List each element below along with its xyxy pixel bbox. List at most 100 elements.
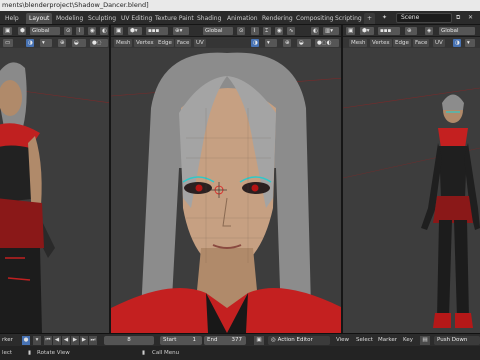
tab-compositing[interactable]: Compositing — [293, 13, 337, 24]
falloff-icon[interactable]: ∿ — [287, 27, 295, 35]
tab-animation[interactable]: Animation — [224, 13, 261, 24]
transform-icon[interactable]: ⊕▾ — [173, 27, 189, 35]
edit-mode-icon[interactable]: ⬢▾ — [128, 27, 142, 35]
start-value: 1 — [192, 337, 197, 343]
object-mode-icon[interactable]: ⬢ — [18, 27, 26, 35]
snap-icon[interactable]: ⌇ — [76, 27, 84, 35]
pivot-icon[interactable]: ◈ — [425, 27, 433, 35]
gizmo-icon[interactable]: ⊕ — [283, 39, 291, 47]
timeline-marker-menu[interactable]: Marker — [378, 336, 397, 345]
mesh-menu[interactable]: Mesh — [349, 39, 368, 47]
overlay-icon[interactable]: ◐ — [100, 27, 108, 35]
orientation-dropdown[interactable]: Global — [30, 27, 60, 35]
edge-menu[interactable]: Edge — [156, 39, 174, 47]
mouse-middle-icon: ▮ — [28, 350, 32, 356]
face-menu[interactable]: Face — [175, 39, 192, 47]
tab-sculpting[interactable]: Sculpting — [85, 13, 119, 24]
xray-icon[interactable]: ◑ — [26, 39, 34, 47]
gizmo-icon[interactable]: ⊕ — [58, 39, 66, 47]
tab-scripting[interactable]: Scripting — [332, 13, 365, 24]
select-mode-icons[interactable]: ▪▪▪ — [378, 27, 400, 35]
viewport-right-header: ▣ ⬢▾ ▪▪▪ ⊕ ◈ Global — [343, 25, 480, 37]
record-icon[interactable]: ● — [22, 336, 30, 345]
tab-modeling[interactable]: Modeling — [53, 13, 86, 24]
status-rotate-view: Rotate View — [37, 350, 70, 356]
push-down-button[interactable]: Push Down — [434, 336, 480, 345]
current-frame-field[interactable]: 8 — [104, 336, 154, 345]
select-box-icon[interactable]: ▭ — [3, 39, 13, 47]
close-scene-icon[interactable]: ✕ — [468, 14, 476, 22]
vertex-menu[interactable]: Vertex — [134, 39, 156, 47]
edge-menu[interactable]: Edge — [393, 39, 411, 47]
viewport-left-subheader: ▭ ◑ ▾ ⊕ ◒ ●◌ — [0, 37, 109, 48]
action-editor-dropdown[interactable]: ◎ Action Editor — [268, 336, 330, 345]
pivot-icon[interactable]: ⊙ — [64, 27, 72, 35]
shading-icon[interactable]: ◒ — [297, 39, 311, 47]
marker-menu[interactable]: rker — [2, 336, 13, 345]
editor-type-icon[interactable]: ▣ — [346, 27, 356, 35]
view-icon[interactable]: ▾ — [465, 39, 475, 47]
viewport-center[interactable]: ▣ ⬢▾ ▪▪▪ ⊕▾ Global ⊙ ⌇ ⌶ ◉ ∿ ◐ ▥▾ Mesh V… — [111, 25, 343, 333]
help-menu[interactable]: Help — [2, 13, 22, 24]
viewport-shading-icon[interactable]: ●◌◐ — [315, 39, 339, 47]
next-key-icon[interactable]: ▶ — [80, 336, 88, 345]
start-frame-field[interactable]: Start 1 — [160, 336, 202, 345]
mouse-right-icon: ▮ — [142, 350, 146, 356]
editor-type-icon[interactable]: ▣ — [3, 27, 13, 35]
viewport-right-subheader: Mesh Vertex Edge Face UV ◑ ▾ — [343, 37, 480, 48]
proportional-icon[interactable]: ◉ — [275, 27, 283, 35]
xray-icon[interactable]: ◑ — [251, 39, 259, 47]
tab-uv-editing[interactable]: UV Editing — [118, 13, 155, 24]
vertex-menu[interactable]: Vertex — [370, 39, 392, 47]
orientation-dropdown[interactable]: Global — [439, 27, 475, 35]
character-side-view — [343, 87, 480, 328]
jump-start-icon[interactable]: ⏮ — [44, 336, 52, 345]
timeline-select-menu[interactable]: Select — [356, 336, 373, 345]
xray-icon[interactable]: ◑ — [453, 39, 461, 47]
snap-target-icon[interactable]: ⌶ — [263, 27, 271, 35]
viewport-center-subheader: Mesh Vertex Edge Face UV ◑ ▾ ⊕ ◒ ●◌◐ — [111, 37, 341, 48]
timeline-key-menu[interactable]: Key — [403, 336, 413, 345]
face-closeup-view — [111, 52, 341, 333]
view-icon[interactable]: ▾ — [40, 39, 52, 47]
proportional-icon[interactable]: ◉ — [88, 27, 96, 35]
uv-menu[interactable]: UV — [433, 39, 445, 47]
scene-icon: ✦ — [382, 14, 388, 21]
editor-type-icon[interactable]: ▣ — [114, 27, 124, 35]
tab-layout[interactable]: Layout — [26, 13, 53, 24]
snap-icon[interactable]: ⌇ — [251, 27, 259, 35]
edit-mode-icon[interactable]: ⬢▾ — [360, 27, 374, 35]
select-mode-icons[interactable]: ▪▪▪ — [146, 27, 168, 35]
uv-menu[interactable]: UV — [194, 39, 206, 47]
orientation-dropdown[interactable]: Global — [203, 27, 233, 35]
browse-scene-icon[interactable]: ⧉ — [456, 14, 464, 22]
workspace-tab-bar: Help Layout Modeling Sculpting UV Editin… — [0, 11, 480, 25]
viewport-shading-icon[interactable]: ●◌ — [90, 39, 108, 47]
editor-type-icon[interactable]: ▣ — [254, 336, 264, 345]
tab-rendering[interactable]: Rendering — [259, 13, 296, 24]
jump-end-icon[interactable]: ⏭ — [89, 336, 97, 345]
scene-selector[interactable]: Scene — [396, 13, 452, 23]
action-icon[interactable]: ▤ — [420, 336, 430, 345]
play-reverse-icon[interactable]: ◀ — [62, 336, 70, 345]
add-workspace-button[interactable]: + — [364, 13, 376, 24]
xray-toggle-icon[interactable]: ▥▾ — [323, 27, 339, 35]
tab-shading[interactable]: Shading — [194, 13, 224, 24]
play-icon[interactable]: ▶ — [71, 336, 79, 345]
face-menu[interactable]: Face — [413, 39, 430, 47]
shading-icon[interactable]: ◒ — [72, 39, 86, 47]
tab-texture-paint[interactable]: Texture Paint — [152, 13, 197, 24]
view-icon[interactable]: ▾ — [265, 39, 277, 47]
pivot-icon[interactable]: ⊙ — [237, 27, 245, 35]
viewport-left[interactable]: ▣ ⬢ Global ⊙ ⌇ ◉ ◐ ▭ ◑ ▾ ⊕ ◒ ●◌ — [0, 25, 111, 333]
prev-key-icon[interactable]: ◀ — [53, 336, 61, 345]
overlay-icon[interactable]: ◐ — [311, 27, 319, 35]
transform-icon[interactable]: ⊕ — [405, 27, 417, 35]
keyframe-icon[interactable]: ▾ — [33, 336, 41, 345]
action-editor-value: Action Editor — [277, 337, 313, 343]
timeline-view-menu[interactable]: View — [336, 336, 349, 345]
viewport-right[interactable]: ▣ ⬢▾ ▪▪▪ ⊕ ◈ Global Mesh Vertex Edge Fac… — [343, 25, 480, 333]
end-frame-field[interactable]: End 377 — [204, 336, 246, 345]
mesh-menu[interactable]: Mesh — [114, 39, 133, 47]
end-value: 377 — [231, 337, 243, 343]
